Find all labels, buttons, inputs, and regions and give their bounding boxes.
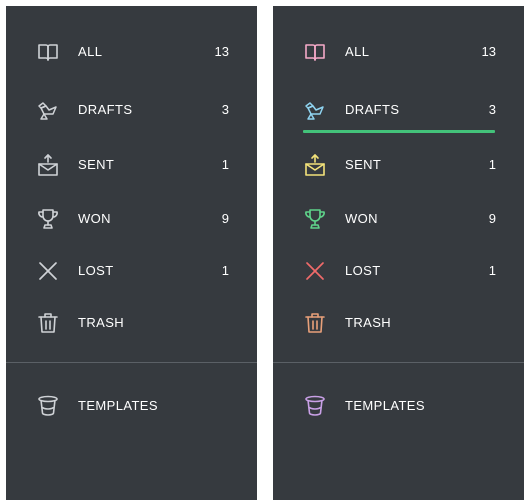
nav-count: 3	[488, 102, 496, 117]
nav-item-all[interactable]: ALL 13	[6, 34, 257, 70]
nav-count: 1	[221, 263, 229, 278]
nav-label: LOST	[345, 263, 381, 278]
nav-label: SENT	[78, 157, 115, 172]
trash-icon	[36, 311, 60, 335]
hat-icon	[303, 394, 327, 418]
nav-count: 9	[488, 211, 496, 226]
nav-item-drafts[interactable]: DRAFTS 3	[6, 92, 257, 128]
nav-label: WON	[345, 211, 378, 226]
envelope-upload-icon	[303, 153, 327, 177]
nav-label: ALL	[345, 44, 370, 59]
origami-bird-icon	[36, 98, 60, 122]
trophy-icon	[36, 207, 60, 231]
nav-item-sent[interactable]: SENT 1	[273, 147, 524, 183]
nav-count: 13	[214, 44, 229, 59]
nav-count: 1	[488, 263, 496, 278]
nav-label: ALL	[78, 44, 103, 59]
nav-item-drafts[interactable]: DRAFTS 3	[273, 92, 524, 128]
nav-label: DRAFTS	[345, 102, 400, 117]
nav-label: DRAFTS	[78, 102, 133, 117]
nav-label: WON	[78, 211, 111, 226]
nav-item-sent[interactable]: SENT 1	[6, 147, 257, 183]
origami-bird-icon	[303, 98, 327, 122]
nav-count: 1	[221, 157, 229, 172]
x-icon	[36, 259, 60, 283]
sidebar-active-state: ALL 13 DRAFTS 3 SENT 1 WON 9 LOST 1 TRAS…	[273, 6, 524, 500]
nav-item-lost[interactable]: LOST 1	[273, 253, 524, 289]
nav-count: 13	[481, 44, 496, 59]
nav-label: TRASH	[345, 315, 392, 330]
nav-label: SENT	[345, 157, 382, 172]
nav-count: 1	[488, 157, 496, 172]
nav-label: TEMPLATES	[78, 398, 158, 413]
divider	[6, 362, 257, 363]
nav-item-all[interactable]: ALL 13	[273, 34, 524, 70]
sidebar-default: ALL 13 DRAFTS 3 SENT 1 WON 9 LOST 1 TRAS…	[6, 6, 257, 500]
nav-item-trash[interactable]: TRASH	[273, 305, 524, 341]
divider	[273, 362, 524, 363]
nav-item-lost[interactable]: LOST 1	[6, 253, 257, 289]
nav-label: TEMPLATES	[345, 398, 425, 413]
nav-item-won[interactable]: WON 9	[273, 201, 524, 237]
trophy-icon	[303, 207, 327, 231]
envelope-upload-icon	[36, 153, 60, 177]
active-tab-indicator	[303, 130, 495, 133]
trash-icon	[303, 311, 327, 335]
nav-item-templates[interactable]: TEMPLATES	[273, 388, 524, 424]
open-book-icon	[36, 40, 60, 64]
nav-count: 3	[221, 102, 229, 117]
nav-label: LOST	[78, 263, 114, 278]
open-book-icon	[303, 40, 327, 64]
nav-item-trash[interactable]: TRASH	[6, 305, 257, 341]
nav-item-templates[interactable]: TEMPLATES	[6, 388, 257, 424]
nav-item-won[interactable]: WON 9	[6, 201, 257, 237]
nav-count: 9	[221, 211, 229, 226]
x-icon	[303, 259, 327, 283]
hat-icon	[36, 394, 60, 418]
nav-label: TRASH	[78, 315, 125, 330]
